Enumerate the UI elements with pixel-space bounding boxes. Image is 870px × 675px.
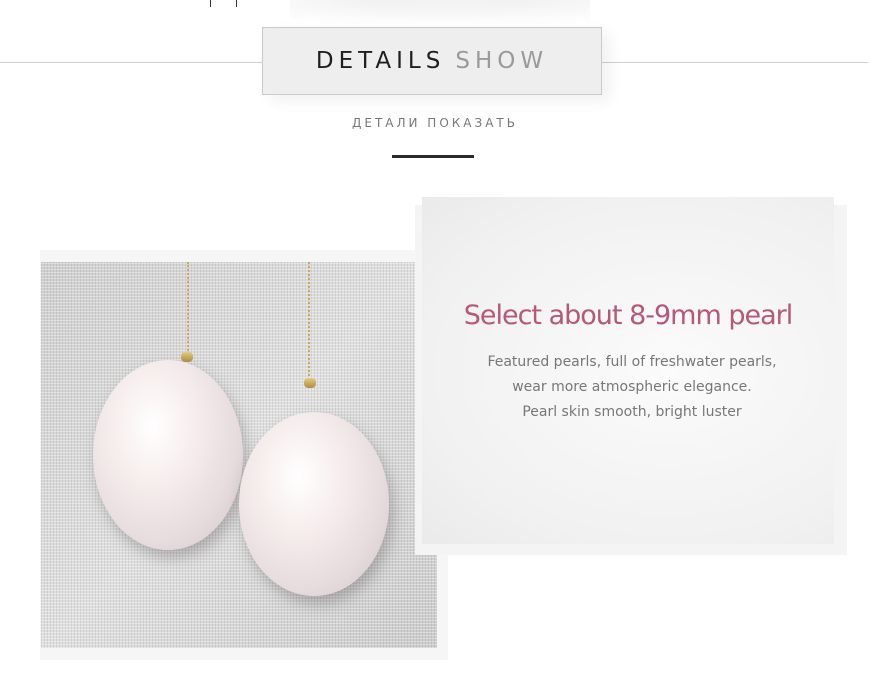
section-subtitle: ДЕТАЛИ ПОКАЗАТЬ: [352, 116, 518, 130]
feature-line-1: Featured pearls, full of freshwater pear…: [487, 354, 777, 370]
feature-line-2: wear more atmospheric elegance.: [512, 379, 752, 395]
right-pearl: [239, 412, 389, 596]
top-decor-fade: [290, 0, 590, 30]
left-pearl: [93, 360, 243, 550]
feature-card: [422, 197, 834, 544]
pearl-earrings-photo: [41, 262, 437, 648]
right-chain: [308, 262, 314, 380]
section-title-primary: DETAILS: [315, 48, 446, 74]
top-decor-marks: [210, 0, 240, 8]
section-title-secondary: SHOW: [455, 48, 549, 74]
left-chain: [187, 262, 193, 354]
feature-line-3: Pearl skin smooth, bright luster: [522, 404, 742, 420]
feature-title: Select about 8-9mm pearl: [463, 300, 794, 331]
left-pearl-cap: [181, 352, 193, 362]
title-underline: [392, 155, 474, 158]
right-pearl-cap: [304, 378, 316, 388]
section-title-box: DETAILS SHOW: [262, 27, 602, 95]
